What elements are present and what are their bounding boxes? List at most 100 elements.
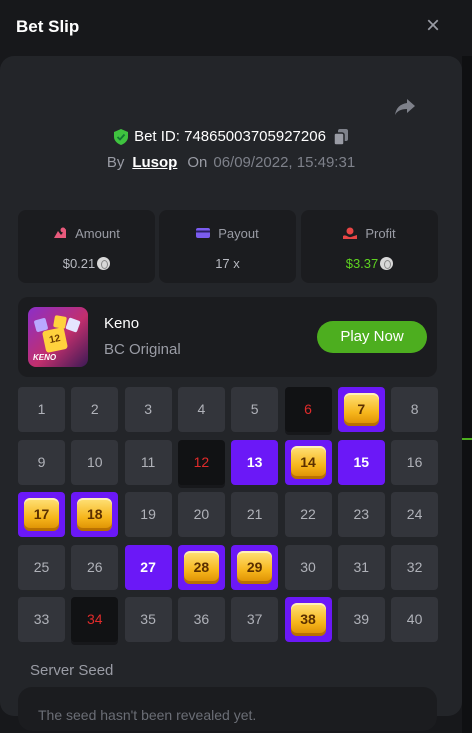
by-label: By <box>106 154 125 171</box>
keno-hit-gem: 38 <box>290 603 326 636</box>
keno-cell-28[interactable]: 28 <box>177 544 225 590</box>
keno-cell-label: 27 <box>140 558 156 575</box>
keno-cell-8[interactable]: 8 <box>391 387 439 432</box>
keno-cell-label: 40 <box>406 611 423 627</box>
keno-cell-label: 26 <box>87 558 103 575</box>
keno-hit-gem: 18 <box>77 498 113 531</box>
profit-value: $3.37 <box>345 256 379 271</box>
keno-cell-label: 3 <box>144 401 152 417</box>
keno-cell-31[interactable]: 31 <box>337 544 385 590</box>
keno-hit-gem: 29 <box>237 550 273 584</box>
user-link[interactable]: Lusop <box>132 154 177 171</box>
keno-cell-20[interactable]: 20 <box>177 492 225 537</box>
profit-label: Profit <box>365 226 396 241</box>
keno-cell-37[interactable]: 37 <box>231 597 279 642</box>
keno-cell-22[interactable]: 22 <box>284 492 332 537</box>
profit-icon <box>343 227 358 239</box>
background-edge <box>462 0 472 733</box>
server-seed-label: Server Seed <box>30 662 114 679</box>
modal-header: Bet Slip × <box>0 0 472 56</box>
server-seed-field: The seed hasn't been revealed yet. <box>18 687 437 731</box>
keno-cell-39[interactable]: 39 <box>337 597 385 642</box>
keno-cell-label: 15 <box>353 453 370 470</box>
keno-cell-5[interactable]: 5 <box>231 387 279 432</box>
keno-grid: 1 2 3 4 5 6 7 8 9 10 11 12 13 14 15 16 17 18 19 20 21 22 23 24 2… <box>18 387 439 643</box>
keno-cell-4[interactable]: 4 <box>177 387 225 432</box>
keno-cell-label: 30 <box>300 558 316 575</box>
keno-hit-gem: 14 <box>290 445 326 479</box>
keno-cell-label: 5 <box>250 401 259 417</box>
keno-cell-15[interactable]: 15 <box>337 439 385 485</box>
keno-cell-label: 10 <box>87 453 103 470</box>
keno-cell-17[interactable]: 17 <box>18 492 65 537</box>
card-icon <box>196 228 211 238</box>
keno-cell-label: 20 <box>193 506 210 522</box>
keno-cell-16[interactable]: 16 <box>391 439 439 485</box>
keno-cell-1[interactable]: 1 <box>18 387 65 432</box>
bet-datetime: 06/09/2022, 15:49:31 <box>213 154 356 171</box>
keno-cell-18[interactable]: 18 <box>71 492 119 537</box>
share-icon[interactable] <box>394 98 416 116</box>
keno-cell-3[interactable]: 3 <box>124 387 172 432</box>
keno-cell-32[interactable]: 32 <box>391 544 439 590</box>
bet-stats: Amount $0.21 Payout 17 x Profit $3.37 <box>18 210 438 283</box>
keno-cell-27[interactable]: 27 <box>124 544 172 590</box>
keno-cell-12[interactable]: 12 <box>177 439 225 485</box>
amount-stat: Amount $0.21 <box>18 210 155 283</box>
keno-cell-label: 21 <box>246 506 263 522</box>
keno-cell-label: 23 <box>353 506 370 522</box>
keno-cell-label: 37 <box>246 611 263 627</box>
keno-cell-25[interactable]: 25 <box>18 544 65 590</box>
keno-hit-gem: 7 <box>343 393 379 426</box>
keno-cell-9[interactable]: 9 <box>18 439 65 485</box>
keno-cell-35[interactable]: 35 <box>124 597 172 642</box>
keno-cell-26[interactable]: 26 <box>71 544 119 590</box>
keno-cell-label: 24 <box>406 506 423 522</box>
keno-cell-label: 9 <box>37 453 46 470</box>
play-now-button[interactable]: Play Now <box>317 321 427 353</box>
profit-stat: Profit $3.37 <box>301 210 438 283</box>
keno-cell-30[interactable]: 30 <box>284 544 332 590</box>
keno-cell-label: 8 <box>410 401 419 417</box>
payout-label: Payout <box>218 226 259 241</box>
keno-cell-label: 16 <box>406 453 423 470</box>
keno-cell-38[interactable]: 38 <box>284 597 332 642</box>
keno-cell-11[interactable]: 11 <box>124 439 172 485</box>
keno-cell-19[interactable]: 19 <box>124 492 172 537</box>
keno-cell-34[interactable]: 34 <box>71 597 119 642</box>
close-button[interactable]: × <box>424 14 442 38</box>
thumb-brand: KENO <box>33 353 57 362</box>
keno-cell-6[interactable]: 6 <box>284 387 332 432</box>
keno-cell-13[interactable]: 13 <box>231 439 279 485</box>
keno-cell-label: 4 <box>197 401 206 417</box>
thumb-dice: 12 <box>41 326 69 354</box>
game-name: Keno <box>104 315 140 332</box>
keno-hit-gem: 28 <box>183 550 219 584</box>
amount-icon <box>54 227 67 238</box>
keno-cell-14[interactable]: 14 <box>284 439 332 485</box>
keno-cell-label: 19 <box>140 506 156 522</box>
verified-shield-icon <box>114 129 129 146</box>
keno-cell-7[interactable]: 7 <box>337 387 385 432</box>
keno-cell-label: 32 <box>406 558 423 575</box>
keno-cell-label: 31 <box>353 558 370 575</box>
keno-cell-24[interactable]: 24 <box>391 492 439 537</box>
coin-icon <box>380 257 394 270</box>
keno-cell-40[interactable]: 40 <box>391 597 439 642</box>
keno-thumbnail[interactable]: 12 KENO <box>28 307 88 367</box>
keno-hit-gem: 17 <box>24 498 59 531</box>
background-accent-line <box>462 438 472 440</box>
keno-cell-33[interactable]: 33 <box>18 597 65 642</box>
keno-cell-21[interactable]: 21 <box>231 492 279 537</box>
keno-cell-23[interactable]: 23 <box>337 492 385 537</box>
keno-cell-2[interactable]: 2 <box>71 387 119 432</box>
keno-cell-36[interactable]: 36 <box>177 597 225 642</box>
coin-icon <box>97 257 111 270</box>
server-seed-value: The seed hasn't been revealed yet. <box>38 707 257 723</box>
payout-value: 17 x <box>215 256 240 271</box>
copy-icon[interactable] <box>333 129 348 146</box>
keno-cell-label: 2 <box>90 401 99 417</box>
keno-cell-label: 13 <box>246 453 263 470</box>
keno-cell-10[interactable]: 10 <box>71 439 119 485</box>
keno-cell-29[interactable]: 29 <box>231 544 279 590</box>
